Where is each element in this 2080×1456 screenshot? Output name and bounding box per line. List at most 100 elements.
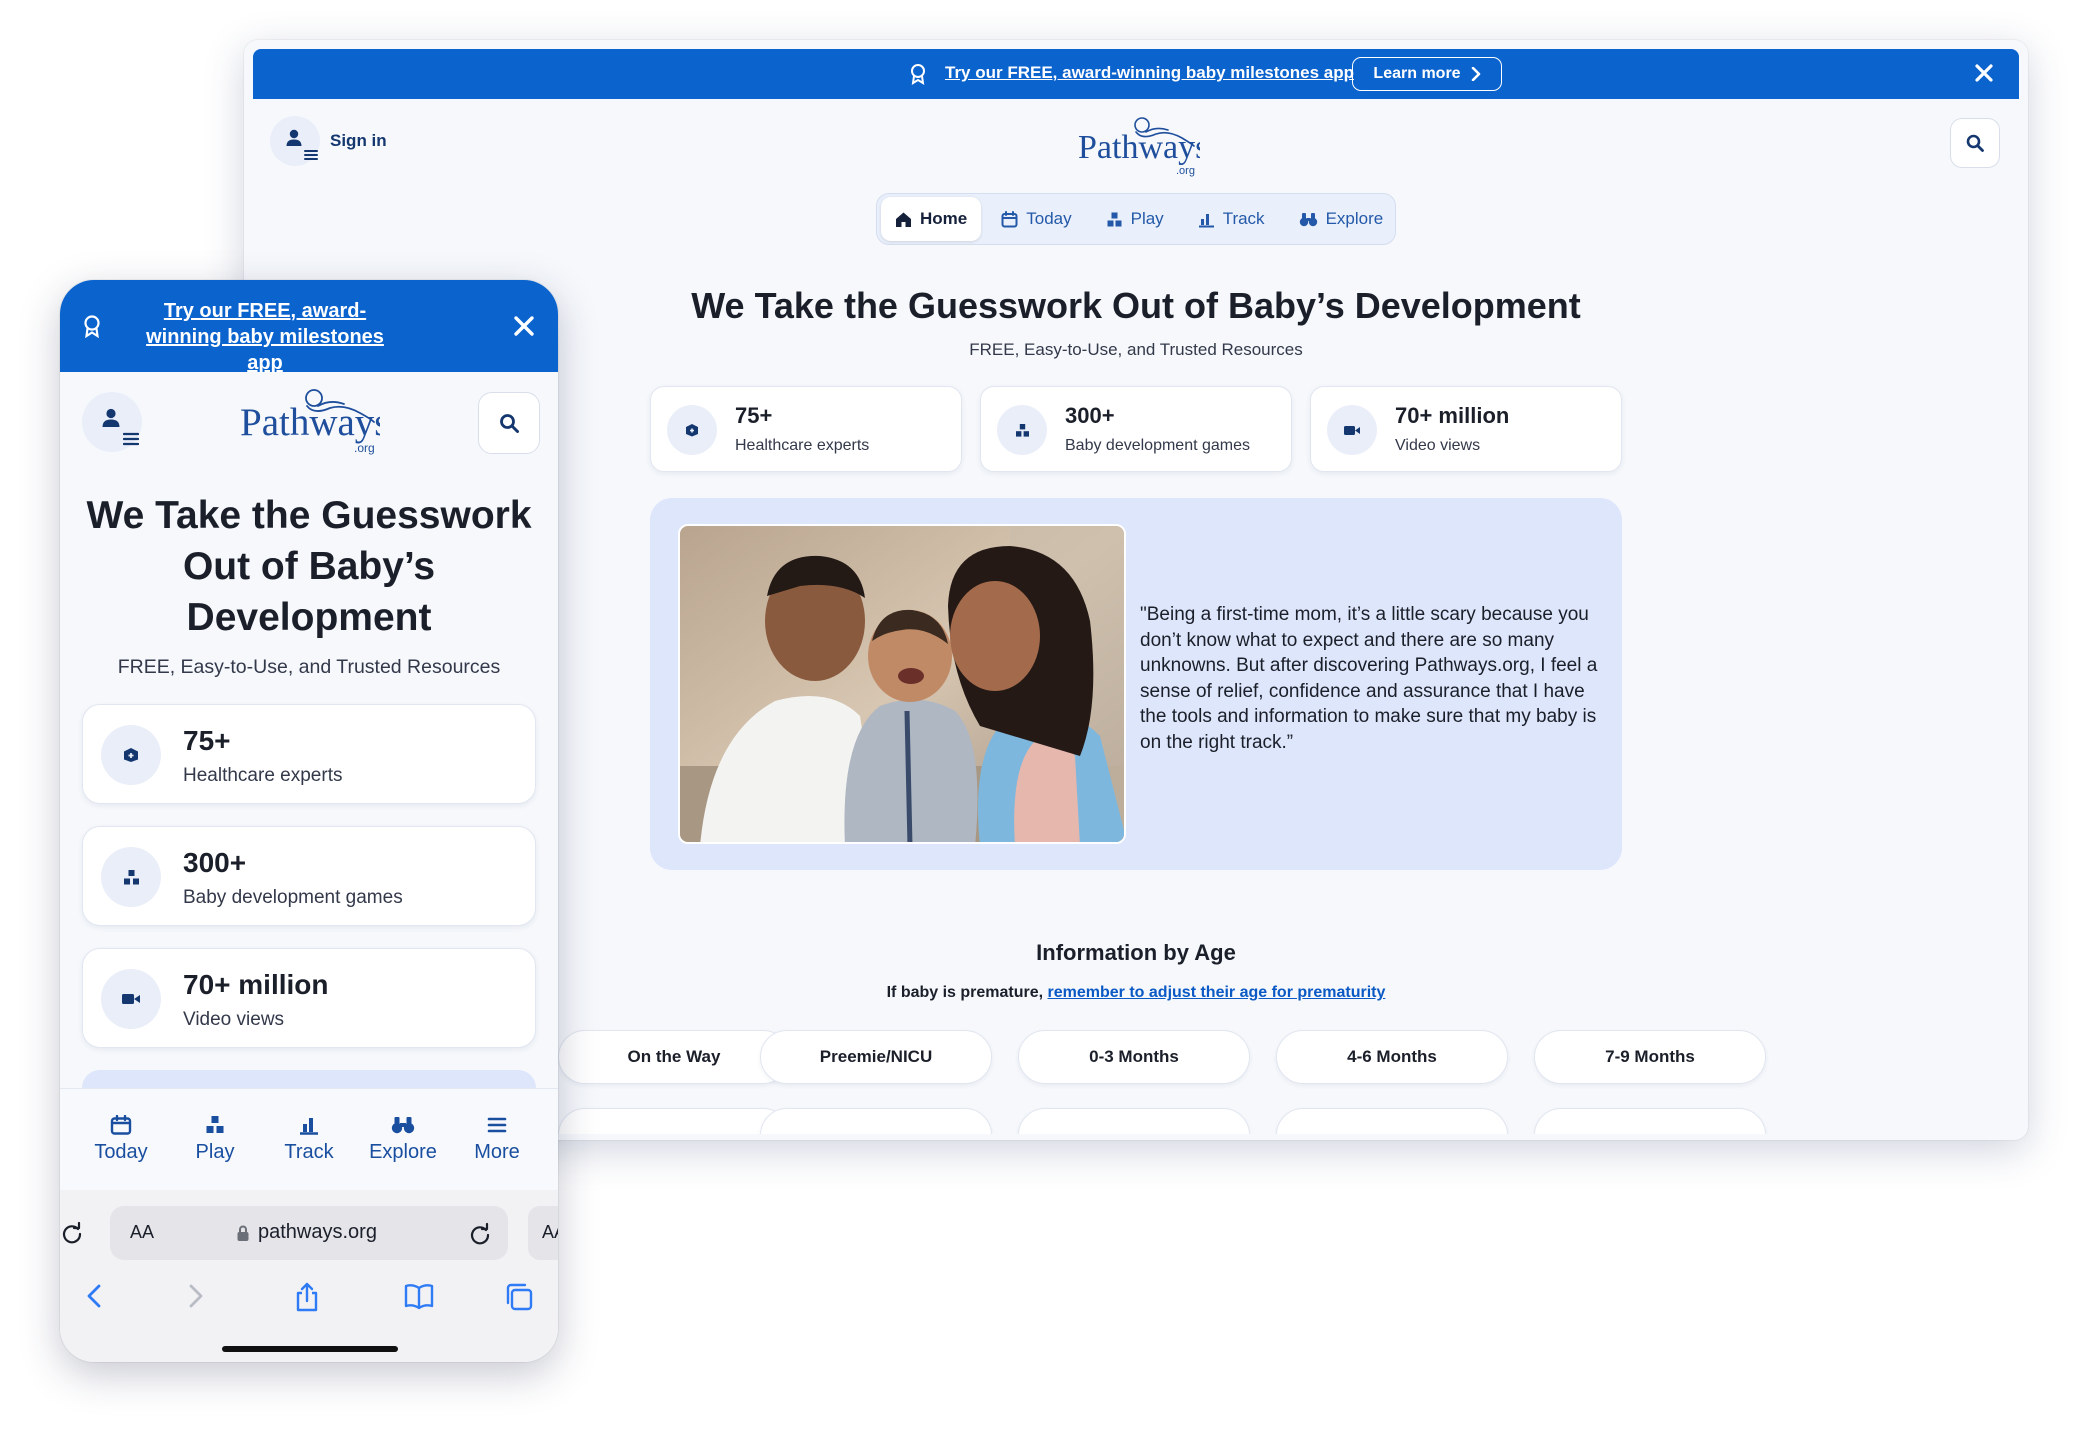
pathways-logo[interactable]: Pathways .org [1076, 112, 1208, 183]
menu-icon [487, 1115, 507, 1135]
reader-aa-button: AA [542, 1222, 558, 1242]
chart-icon [299, 1115, 319, 1135]
blocks-icon [205, 1115, 225, 1135]
reload-icon[interactable] [468, 1222, 492, 1246]
stat-value: 70+ million [1395, 403, 1510, 428]
nav-tab-label: Play [1130, 209, 1164, 228]
stat-value: 75+ [735, 403, 773, 428]
home-icon [895, 211, 912, 228]
award-ribbon-icon [82, 314, 102, 338]
stat-card-games: 300+ Baby development games [980, 386, 1292, 472]
search-button[interactable] [1950, 118, 2000, 168]
stat-card-games: 300+ Baby development games [82, 826, 536, 926]
age-chip-preemie[interactable]: Preemie/NICU [760, 1030, 992, 1084]
blocks-icon [1015, 423, 1030, 438]
video-camera-icon [121, 992, 141, 1006]
nav-tab-label: Explore [1325, 209, 1384, 228]
home-indicator [222, 1346, 398, 1352]
tab-track[interactable]: Track [268, 1089, 350, 1190]
stat-label: Video views [1395, 437, 1481, 454]
reader-aa-button[interactable]: AA [130, 1222, 154, 1243]
logo-wordmark: Pathways [240, 401, 380, 444]
logo-domain: .org [1176, 165, 1195, 177]
nav-tab-track[interactable]: Track [1184, 197, 1279, 241]
tab-label: Today [94, 1141, 148, 1163]
promo-banner: Try our FREE, award-winning baby milesto… [253, 49, 2019, 99]
calendar-icon [1001, 210, 1018, 228]
promo-banner-link[interactable]: Try our FREE, award-winning baby milesto… [945, 63, 1354, 83]
binoculars-icon [1299, 211, 1318, 228]
tab-play[interactable]: Play [174, 1089, 256, 1190]
tabs-icon[interactable] [504, 1282, 534, 1312]
stat-label: Healthcare experts [735, 437, 870, 454]
tab-label: Explore [369, 1141, 437, 1163]
close-icon[interactable] [512, 314, 536, 338]
calendar-icon [110, 1115, 132, 1135]
back-arrow-icon[interactable] [84, 1282, 106, 1310]
mobile-tab-bar: Today Play Track Explore More [60, 1088, 558, 1190]
account-menu-button[interactable] [270, 116, 320, 166]
pathways-logo[interactable]: Pathways .org [238, 384, 390, 461]
tab-more[interactable]: More [456, 1089, 538, 1190]
menu-icon [123, 432, 139, 446]
mobile-phone-frame: Try our FREE, award-winning baby milesto… [60, 280, 558, 1362]
reload-icon[interactable] [60, 1221, 84, 1245]
age-chip-on-the-way[interactable]: On the Way [558, 1030, 790, 1084]
share-icon[interactable] [294, 1282, 320, 1312]
stat-icon-circle [997, 405, 1047, 455]
user-icon [102, 408, 120, 428]
stat-value: 300+ [183, 847, 247, 878]
stat-icon-circle [101, 969, 161, 1029]
hero-title: We Take the Guesswork Out of Baby’s Deve… [86, 494, 532, 639]
url-text: pathways.org [258, 1221, 377, 1243]
stat-card-experts: 75+ Healthcare experts [650, 386, 962, 472]
logo-domain: .org [354, 441, 375, 455]
stat-label: Video views [183, 1009, 285, 1030]
medical-kit-icon [684, 423, 700, 437]
tab-label: Track [284, 1141, 334, 1163]
stat-label: Healthcare experts [183, 765, 343, 786]
nav-tab-today[interactable]: Today [987, 197, 1085, 241]
age-chip-4-6-months[interactable]: 4-6 Months [1276, 1030, 1508, 1084]
address-bar[interactable]: AA pathways.org [110, 1206, 508, 1260]
search-icon [1966, 134, 1984, 152]
lock-icon [236, 1224, 250, 1242]
age-chip-7-9-months[interactable]: 7-9 Months [1534, 1030, 1766, 1084]
adjust-age-link[interactable]: remember to adjust their age for prematu… [1048, 984, 1386, 1001]
close-icon[interactable] [1973, 62, 1995, 84]
stat-card-videos: 70+ million Video views [82, 948, 536, 1048]
search-button[interactable] [478, 392, 540, 454]
testimonial-card: "Being a first-time mom, it’s a little s… [650, 498, 1622, 870]
stat-icon-circle [667, 405, 717, 455]
forward-arrow-icon[interactable] [184, 1282, 206, 1310]
age-chip-0-3-months[interactable]: 0-3 Months [1018, 1030, 1250, 1084]
adjacent-tab-preview[interactable]: AA [528, 1206, 558, 1260]
nav-tab-explore[interactable]: Explore [1285, 197, 1398, 241]
stat-value: 300+ [1065, 403, 1115, 428]
hero-subtitle: FREE, Easy-to-Use, and Trusted Resources [117, 656, 501, 678]
nav-tab-label: Today [1026, 209, 1072, 228]
sign-in-button[interactable]: Sign in [270, 116, 387, 166]
mobile-promo-link[interactable]: Try our FREE, award-winning baby milesto… [130, 298, 400, 376]
bookmarks-icon[interactable] [404, 1282, 434, 1310]
tab-explore[interactable]: Explore [362, 1089, 444, 1190]
chevron-right-icon [1471, 67, 1481, 81]
tab-today[interactable]: Today [80, 1089, 162, 1190]
award-ribbon-icon [909, 63, 927, 85]
nav-tab-play[interactable]: Play [1092, 197, 1178, 241]
safari-toolbar: AA pathways.org AA [60, 1190, 558, 1362]
stat-card-experts: 75+ Healthcare experts [82, 704, 536, 804]
menu-icon [304, 149, 318, 161]
stat-icon-circle [101, 847, 161, 907]
blocks-icon [1106, 211, 1123, 228]
learn-more-button[interactable]: Learn more [1352, 57, 1502, 91]
nav-tab-home[interactable]: Home [881, 197, 982, 241]
stat-icon-circle [1327, 405, 1377, 455]
info-note-prefix: If baby is premature, [886, 984, 1048, 1001]
logo-wordmark: Pathways [1078, 129, 1200, 166]
stat-value: 70+ million [183, 969, 329, 1000]
account-menu-button[interactable] [82, 392, 142, 452]
medical-kit-icon [122, 747, 140, 763]
stat-label: Baby development games [1065, 437, 1250, 454]
user-icon [286, 129, 302, 147]
